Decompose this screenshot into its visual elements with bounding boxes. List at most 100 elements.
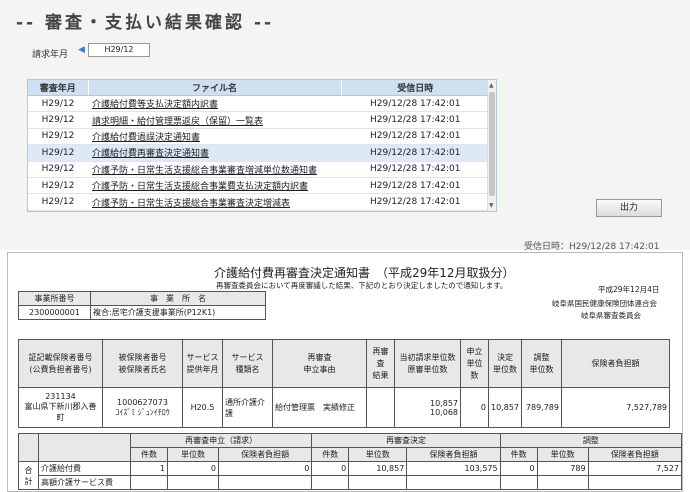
detail-header-decision: 決定 単位数 (488, 339, 522, 388)
col-header-file-name: ファイル名 (88, 80, 342, 96)
detail-header-service-month: サービス 提供年月 (182, 339, 223, 388)
claim-units: 0 (460, 387, 489, 428)
summary-value: 0 (311, 461, 350, 476)
summary-group-request: 再審査申立（請求） (129, 433, 313, 448)
file-row-received: H29/12/28 17:42:01 (341, 177, 490, 195)
file-row-year: H29/12 (28, 95, 88, 113)
file-row-year: H29/12 (28, 144, 88, 162)
detail-table: 証記載保険者番号 (公費負担者番号) 被保険者番号 被保険者氏名 サービス 提供… (18, 339, 670, 428)
document-preview: 介護給付費再審査決定通知書 （平成29年12月取扱分） 再審査委員会において再度… (7, 252, 683, 492)
document-title: 介護給付費再審査決定通知書 （平成29年12月取扱分） (214, 266, 515, 280)
summary-sub-header: 単位数 (348, 447, 408, 462)
col-header-review-month: 審査年月 (28, 80, 89, 96)
reason: 給付管理票 実績修正 (272, 387, 367, 428)
file-row[interactable]: H29/12 介護予防・日常生活支援総合事業審査決定増減表 H29/12/28 … (28, 193, 490, 211)
file-row-received: H29/12/28 17:42:01 (341, 144, 490, 162)
file-link[interactable]: 介護予防・日常生活支援総合事業審査決定増減表 (92, 199, 290, 209)
summary-group-adjust: 調整 (499, 433, 683, 448)
file-row-received: H29/12/28 17:42:01 (341, 128, 490, 146)
office-name-header: 事 業 所 名 (90, 291, 266, 306)
document-date: 平成29年12月4日 (598, 285, 660, 294)
summary-table: 再審査申立（請求） 再審査決定 調整 件数 単位数 保険者負担額 件数 単位数 … (18, 433, 683, 490)
file-row-year: H29/12 (28, 161, 88, 178)
summary-value: 7,527 (587, 461, 683, 476)
summary-value: 1 (130, 461, 168, 476)
detail-header-insurer-amount: 保険者負担額 (561, 339, 670, 388)
file-link[interactable]: 介護給付費過誤決定通知書 (92, 133, 200, 143)
office-name: 複合:居宅介護支援事業所(P12K1) (90, 305, 266, 320)
received-datetime: 受信日時：H29/12/28 17:42:01 (524, 242, 660, 252)
scroll-down-arrow-icon[interactable]: ▼ (489, 202, 494, 209)
file-row-year: H29/12 (28, 111, 88, 129)
insurer-number: 231134 (45, 392, 76, 401)
file-row-year: H29/12 (28, 193, 88, 211)
document-org-2: 岐阜県審査委員会 (581, 311, 641, 320)
detail-header-adjust: 調整 単位数 (521, 339, 562, 388)
initial-units: 10,857 (430, 398, 458, 408)
summary-row-label: 介護給付費 (38, 461, 131, 476)
summary-sub-header: 保険者負担額 (406, 447, 501, 462)
file-link[interactable]: 介護予防・日常生活支援総合事業審査増減単位数通知書 (92, 166, 317, 176)
office-number-header: 事業所番号 (18, 291, 91, 306)
file-row[interactable]: H29/12 介護予防・日常生活支援総合事業費支払決定額内訳書 H29/12/2… (28, 177, 490, 195)
office-number: 2300000001 (18, 305, 91, 320)
adjust-units: 789,789 (521, 387, 562, 428)
file-row[interactable]: H29/12 介護予防・日常生活支援総合事業審査増減単位数通知書 H29/12/… (28, 161, 490, 178)
detail-header-insured: 被保険者番号 被保険者氏名 (102, 339, 183, 388)
detail-header-service-type: サービス 種類名 (222, 339, 273, 388)
detail-header-units: 当初請求単位数 原審単位数 (394, 339, 461, 388)
detail-header-insurer: 証記載保険者番号 (公費負担者番号) (18, 339, 103, 388)
file-list-table: 審査年月 ファイル名 受信日時 H29/12 介護給付費等支払決定額内訳書 H2… (28, 80, 490, 211)
file-row[interactable]: H29/12 請求明細・給付管理票返戻（保留）一覧表 H29/12/28 17:… (28, 111, 490, 129)
summary-value: 789 (536, 461, 589, 476)
insured-name: ｺｲｽﾞﾐ ｼﾞｭﾝｲﾁﾛｳ (115, 407, 170, 417)
file-row-received: H29/12/28 17:42:01 (341, 161, 490, 178)
page-title: -- 審査・支払い結果確認 -- (16, 13, 275, 33)
service-month: H20.5 (182, 387, 223, 428)
summary-row2-label: 高額介護サービス費 (38, 475, 131, 490)
insured-number: 1000627073 (117, 397, 168, 407)
decision-units: 10,857 (488, 387, 522, 428)
billing-month-label: 請求年月 (32, 50, 69, 60)
summary-value: 0 (499, 461, 538, 476)
file-link[interactable]: 介護給付費等支払決定額内訳書 (92, 100, 218, 110)
summary-group-decision: 再審査決定 (311, 433, 501, 448)
file-row[interactable]: H29/12 介護給付費過誤決定通知書 H29/12/28 17:42:01 (28, 128, 490, 146)
summary-sub-header: 件数 (499, 447, 538, 462)
summary-total-label: 合計 (18, 461, 39, 490)
file-row-selected[interactable]: H29/12 介護給付費再審査決定通知書 H29/12/28 17:42:01 (28, 144, 490, 162)
summary-sub-header: 単位数 (536, 447, 589, 462)
scroll-thumb[interactable] (489, 92, 495, 196)
office-table: 事業所番号 事 業 所 名 2300000001 複合:居宅介護支援事業所(P1… (18, 291, 266, 320)
file-row-received: H29/12/28 17:42:01 (341, 193, 490, 211)
detail-header-claim: 申立 単位数 (460, 339, 489, 388)
document-subtitle: 再審査委員会において再度審議した結果、下記のとおり決定しましたので通知します。 (216, 281, 508, 290)
summary-sub-header: 件数 (311, 447, 350, 462)
file-link[interactable]: 介護給付費再審査決定通知書 (92, 149, 209, 159)
summary-value: 103,575 (406, 461, 501, 476)
summary-value: 0 (217, 461, 313, 476)
prev-month-arrow-icon[interactable]: ◀ (78, 45, 85, 55)
summary-value: 10,857 (348, 461, 408, 476)
file-link[interactable]: 介護予防・日常生活支援総合事業費支払決定額内訳書 (92, 182, 308, 192)
original-units: 10,068 (430, 407, 458, 417)
summary-sub-header: 単位数 (166, 447, 220, 462)
file-list: 審査年月 ファイル名 受信日時 H29/12 介護給付費等支払決定額内訳書 H2… (27, 79, 497, 212)
file-list-scrollbar[interactable]: ▲ ▼ (487, 80, 496, 211)
file-row-received: H29/12/28 17:42:01 (341, 111, 490, 129)
service-type: 通所介護介護 (222, 387, 273, 428)
billing-month-value[interactable]: H29/12 (88, 43, 150, 57)
output-button[interactable]: 出力 (596, 199, 662, 217)
file-link[interactable]: 請求明細・給付管理票返戻（保留）一覧表 (92, 117, 263, 127)
summary-value: 0 (166, 461, 220, 476)
insurer-name: 富山県下新川郡入善町 (24, 402, 97, 422)
summary-sub-header: 保険者負担額 (217, 447, 313, 462)
detail-header-result: 再審査 結果 (366, 339, 395, 388)
insurer-amount: 7,527,789 (561, 387, 670, 428)
summary-sub-header: 件数 (130, 447, 168, 462)
scroll-up-arrow-icon[interactable]: ▲ (489, 82, 494, 89)
file-row-year: H29/12 (28, 177, 88, 195)
document-org-1: 岐阜県国民健康保険団体連合会 (552, 299, 657, 308)
detail-header-reason: 再審査 申立事由 (272, 339, 367, 388)
file-row[interactable]: H29/12 介護給付費等支払決定額内訳書 H29/12/28 17:42:01 (28, 95, 490, 113)
